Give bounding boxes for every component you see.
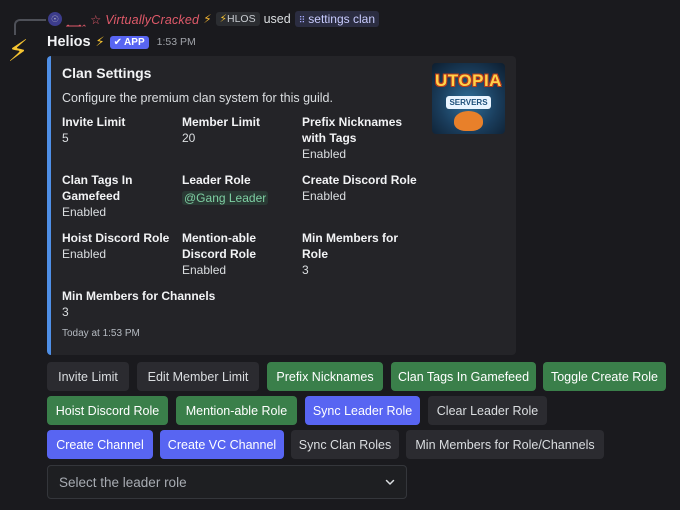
- command-mention[interactable]: ⠿ settings clan: [294, 11, 379, 27]
- field-name: Clan Tags In Gamefeed: [62, 173, 133, 203]
- clan-settings-embed: Clan Settings Configure the premium clan…: [47, 56, 516, 355]
- invite-limit-button[interactable]: Invite Limit: [47, 362, 129, 391]
- user-tag-text: HLOS: [227, 13, 256, 25]
- min-members-button[interactable]: Min Members for Role/Channels: [406, 430, 604, 459]
- field-leader-role: Leader Role @Gang Leader: [182, 172, 297, 206]
- leader-role-select[interactable]: Select the leader role: [47, 465, 407, 499]
- app-badge: ✔ APP: [109, 35, 149, 49]
- select-placeholder: Select the leader role: [59, 474, 187, 490]
- role-mention[interactable]: @Gang Leader: [182, 191, 269, 205]
- message-header: Helios ⚡ ✔ APP 1:53 PM: [47, 33, 196, 51]
- reply-reference[interactable]: ☉ ꞈ̲̲̲ ̲̲̲ ̲̲̲ꞈꞈ ☆ VirtuallyCracked ⚡ ⚡H…: [48, 11, 379, 27]
- reply-avatar-icon: ☉: [48, 12, 62, 26]
- reply-name-text: ☆ VirtuallyCracked: [90, 12, 200, 27]
- field-prefix-nicknames: Prefix Nicknames with Tags Enabled: [302, 114, 414, 162]
- field-min-members-channels: Min Members for Channels 3: [62, 288, 262, 320]
- field-name: Hoist Discord Role: [62, 231, 170, 245]
- sync-clan-roles-button[interactable]: Sync Clan Roles: [291, 430, 399, 459]
- field-value: Enabled: [182, 263, 227, 277]
- app-badge-text: APP: [124, 36, 145, 48]
- field-name: Member Limit: [182, 115, 261, 129]
- field-value: 3: [62, 305, 69, 319]
- sync-leader-role-button[interactable]: Sync Leader Role: [305, 396, 420, 425]
- field-name: Min Members for Role: [302, 231, 399, 261]
- field-mentionable-role: Mention-able Discord Role Enabled: [182, 230, 282, 278]
- clear-leader-role-button[interactable]: Clear Leader Role: [428, 396, 547, 425]
- create-vc-channel-button[interactable]: Create VC Channel: [160, 430, 284, 459]
- field-name: Mention-able Discord Role: [182, 231, 257, 261]
- edit-member-limit-button[interactable]: Edit Member Limit: [137, 362, 259, 391]
- field-invite-limit: Invite Limit 5: [62, 114, 177, 146]
- thumbnail-logo-subtext: SERVERS: [446, 96, 491, 109]
- field-name: Invite Limit: [62, 115, 126, 129]
- bolt-icon: ⚡: [95, 34, 105, 49]
- check-icon: ✔: [113, 36, 123, 48]
- embed-description: Configure the premium clan system for th…: [62, 91, 333, 105]
- field-member-limit: Member Limit 20: [182, 114, 297, 146]
- field-value: 3: [302, 263, 309, 277]
- field-hoist-discord-role: Hoist Discord Role Enabled: [62, 230, 180, 262]
- chevron-down-icon: [385, 479, 395, 485]
- thumbnail-crest-icon: [454, 111, 483, 131]
- embed-footer-timestamp: Today at 1:53 PM: [62, 328, 140, 339]
- reply-user-name[interactable]: ꞈ̲̲̲ ̲̲̲ ̲̲̲ꞈꞈ ☆ VirtuallyCracked: [66, 12, 199, 27]
- reply-name-prefix: ꞈ̲̲̲ ̲̲̲ ̲̲̲ꞈꞈ: [66, 12, 87, 27]
- field-clan-tags-gamefeed: Clan Tags In Gamefeed Enabled: [62, 172, 162, 220]
- field-value: Enabled: [302, 147, 347, 161]
- field-value: Enabled: [302, 189, 347, 203]
- field-value: Enabled: [62, 205, 107, 219]
- bot-avatar-bolt-icon[interactable]: ⚡: [2, 33, 34, 71]
- prefix-nicknames-button[interactable]: Prefix Nicknames: [267, 362, 383, 391]
- field-value: 20: [182, 131, 196, 145]
- message-timestamp[interactable]: 1:53 PM: [157, 36, 196, 48]
- bolt-icon: ⚡: [203, 12, 212, 26]
- command-name: settings clan: [308, 12, 375, 26]
- field-value: Enabled: [62, 247, 107, 261]
- slash-command-icon: ⠿: [298, 15, 306, 25]
- field-value: 5: [62, 131, 69, 145]
- mentionable-role-button[interactable]: Mention-able Role: [176, 396, 297, 425]
- used-text: used: [263, 12, 291, 26]
- bolt-icon: ⚡: [219, 13, 227, 25]
- thumbnail-logo-text: UTOPIA: [435, 71, 502, 90]
- author-name[interactable]: Helios: [47, 34, 91, 50]
- embed-thumbnail[interactable]: UTOPIA SERVERS: [432, 63, 505, 134]
- hoist-discord-role-button[interactable]: Hoist Discord Role: [47, 396, 168, 425]
- field-create-discord-role: Create Discord Role Enabled: [302, 172, 427, 204]
- embed-title: Clan Settings: [62, 65, 152, 81]
- user-tag: ⚡HLOS: [215, 12, 260, 26]
- toggle-create-role-button[interactable]: Toggle Create Role: [543, 362, 666, 391]
- create-channel-button[interactable]: Create Channel: [47, 430, 153, 459]
- field-name: Create Discord Role: [302, 173, 417, 187]
- clan-tags-gamefeed-button[interactable]: Clan Tags In Gamefeed: [391, 362, 536, 391]
- field-name: Leader Role: [182, 173, 251, 187]
- field-min-members-role: Min Members for Role 3: [302, 230, 410, 278]
- field-name: Prefix Nicknames with Tags: [302, 115, 403, 145]
- field-name: Min Members for Channels: [62, 289, 216, 303]
